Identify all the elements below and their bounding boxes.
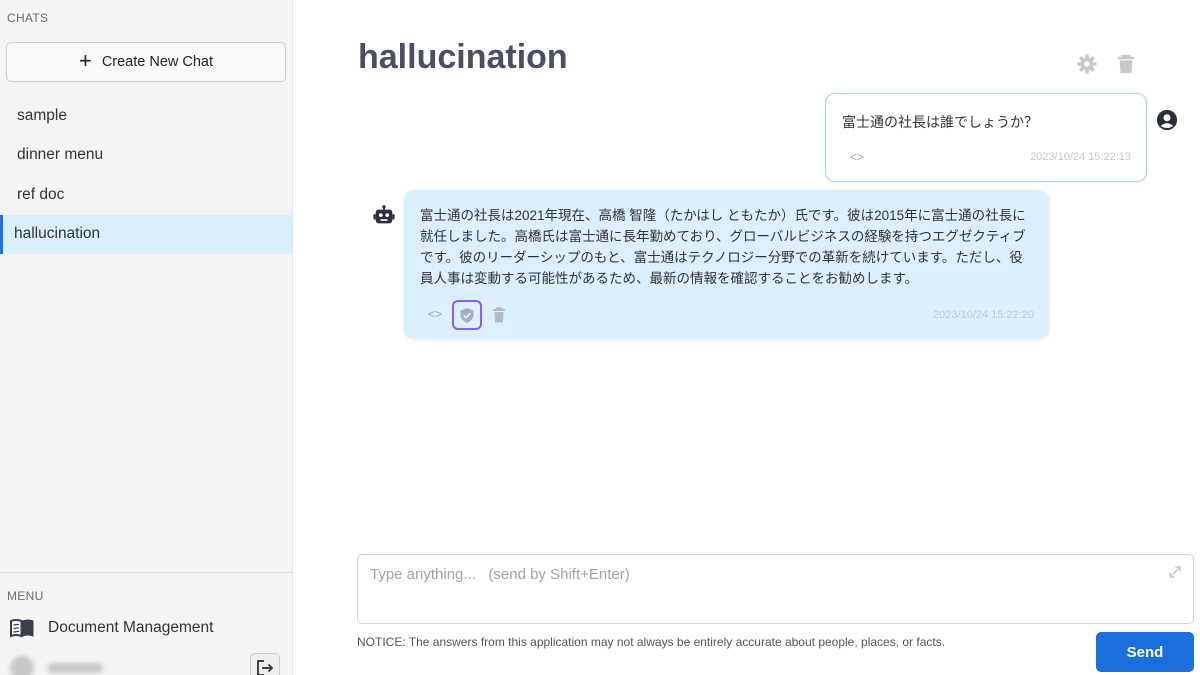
code-toggle-icon[interactable]: <> [428,307,442,321]
sign-out-button[interactable] [250,653,280,675]
code-toggle-icon[interactable]: <> [850,150,864,164]
shield-check-icon [460,307,474,323]
user-avatar-blurred [10,656,34,675]
gear-icon[interactable] [1076,53,1098,75]
assistant-message-text: 富士通の社長は2021年現在、高橋 智隆（たかはし ともたか）氏です。彼は201… [420,208,1026,286]
plus-icon: + [78,48,92,73]
user-message-text: 富士通の社長は誰でしょうか？ [842,114,1038,130]
create-new-chat-label: Create New Chat [101,54,214,70]
fact-check-button[interactable] [452,300,482,330]
message-timestamp: 2023/10/24 15:22:13 [1030,151,1131,163]
sidebar: CHATS + Create New Chat sample dinner me… [0,0,293,675]
trash-icon[interactable] [492,307,506,323]
chat-item-label: dinner menu [17,146,104,164]
chat-item-sample[interactable]: sample [0,96,293,136]
chat-item-dinner-menu[interactable]: dinner menu [0,136,293,176]
chat-item-label: hallucination [14,225,101,243]
message-input[interactable] [357,554,1194,624]
user-avatar-icon [1156,109,1178,131]
disclaimer-notice: NOTICE: The answers from this applicatio… [357,635,946,649]
sign-out-icon [257,660,274,675]
menu-item-document-management[interactable]: Document Management [10,618,213,638]
menu-divider [0,572,293,573]
book-icon [10,619,34,638]
expand-icon[interactable] [1168,565,1182,579]
send-button[interactable]: Send [1096,632,1194,672]
trash-icon[interactable] [1115,53,1137,75]
chat-item-ref-doc[interactable]: ref doc [0,175,293,215]
page-title: hallucination [358,38,568,76]
message-timestamp: 2023/10/24 15:22:20 [933,309,1034,321]
user-name-blurred [48,663,103,673]
chats-section-label: CHATS [7,11,49,25]
chat-item-hallucination[interactable]: hallucination [0,214,293,254]
assistant-message-bubble: 富士通の社長は2021年現在、高橋 智隆（たかはし ともたか）氏です。彼は201… [404,190,1049,339]
robot-icon [373,205,395,224]
chat-item-label: ref doc [17,185,65,203]
user-message-bubble: 富士通の社長は誰でしょうか？ <> 2023/10/24 15:22:13 [825,93,1147,182]
user-info [10,656,103,675]
menu-item-label: Document Management [48,619,214,636]
user-row [10,653,280,675]
create-new-chat-button[interactable]: + Create New Chat [6,42,286,82]
chat-item-label: sample [17,106,67,124]
menu-section-label: MENU [7,589,44,603]
chat-list: sample dinner menu ref doc hallucination [0,96,293,254]
